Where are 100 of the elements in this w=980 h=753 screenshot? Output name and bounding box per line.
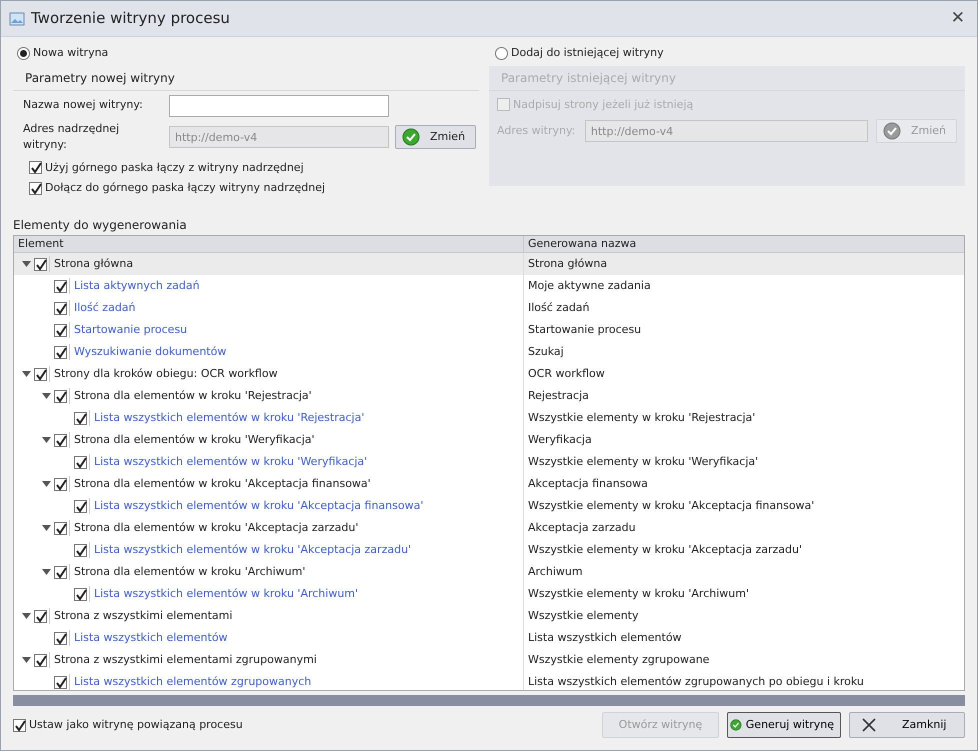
- expand-icon[interactable]: [42, 525, 50, 531]
- tree-cell-text: Weryfikacja: [527, 432, 592, 448]
- checkbox[interactable]: [54, 522, 67, 534]
- column-header[interactable]: Element: [14, 236, 524, 252]
- checkbox[interactable]: [34, 258, 47, 270]
- tree-row[interactable]: Lista aktywnych zadań Moje aktywne zadania: [14, 275, 964, 297]
- checkbox[interactable]: [54, 280, 67, 292]
- expand-icon[interactable]: [22, 371, 30, 377]
- tree-cell-text: Wszystkie elementy w kroku 'Akceptacja zarzadu': [527, 542, 802, 558]
- checkbox[interactable]: [54, 324, 67, 336]
- checkbox[interactable]: [54, 566, 67, 578]
- tree-cell-text: Wszystkie elementy w kroku 'Archiwum': [527, 586, 749, 602]
- tree-cell-text: Strona główna: [527, 256, 608, 272]
- tree-row[interactable]: Startowanie procesu Startowanie procesu: [14, 319, 964, 341]
- tree-cell-text: Akceptacja finansowa: [527, 476, 648, 492]
- tree-item-label: Startowanie procesu: [69, 322, 188, 338]
- group-title: Parametry nowej witryny: [13, 66, 479, 90]
- tree-item-label: Lista wszystkich elementów w kroku 'Rejestracja': [89, 410, 364, 426]
- radio-button[interactable]: [17, 46, 30, 60]
- checkbox-label: Dołącz do górnego paska łączy witryny nadrzędnej: [45, 180, 326, 196]
- expand-icon[interactable]: [42, 481, 50, 487]
- checkbox[interactable]: [34, 610, 47, 622]
- tree-item-label: Lista wszystkich elementów: [69, 630, 228, 646]
- checkbox-label: Nadpisuj strony jeżeli już istnieją: [513, 96, 694, 112]
- checkbox[interactable]: [54, 346, 67, 358]
- close-button[interactable]: Zamknij: [849, 712, 965, 738]
- checkbox[interactable]: [74, 456, 87, 468]
- change-button[interactable]: Zmień: [395, 125, 476, 149]
- tree-cell-text: Szukaj: [527, 344, 564, 360]
- column-header[interactable]: Generowana nazwa: [524, 236, 636, 252]
- field-label: Adres nadrzędnej witryny:: [23, 120, 120, 153]
- expand-icon[interactable]: [42, 393, 50, 399]
- tree-row[interactable]: Strona dla elementów w kroku 'Archiwum' Archiwum: [14, 561, 964, 583]
- tree-row[interactable]: Strona dla elementów w kroku 'Rejestracja' Rejestracja: [14, 385, 964, 407]
- checkbox-label: Użyj górnego paska łączy z witryny nadrzędnej: [45, 160, 304, 176]
- expand-icon[interactable]: [22, 261, 30, 267]
- checkbox[interactable]: [54, 676, 67, 688]
- tree-cell-text: Wszystkie elementy w kroku 'Weryfikacja': [527, 454, 758, 470]
- tree-cell-text: Archiwum: [527, 564, 583, 580]
- tree-row[interactable]: Lista wszystkich elementów w kroku 'Archiwum' Wszystkie elementy w kroku 'Archiwum': [14, 583, 964, 605]
- tree-row[interactable]: Strona z wszystkimi elementami zgrupowanymi Wszystkie elementy zgrupowane: [14, 649, 964, 671]
- tree-row[interactable]: Lista wszystkich elementów w kroku 'Akceptacja zarzadu' Wszystkie elementy w kroku 'Akceptacja zarzadu': [14, 539, 964, 561]
- input-field[interactable]: [169, 94, 389, 116]
- tree-row[interactable]: Strona dla elementów w kroku 'Akceptacja zarzadu' Akceptacja zarzadu: [14, 517, 964, 539]
- field-label: Nazwa nowej witryny:: [23, 97, 144, 114]
- tree-cell-text: Moje aktywne zadania: [527, 278, 651, 294]
- checkbox[interactable]: [54, 302, 67, 314]
- tree-row[interactable]: Ilość zadań Ilość zadań: [14, 297, 964, 319]
- checkbox[interactable]: [74, 544, 87, 556]
- checkbox-label: Ustaw jako witrynę powiązaną procesu: [29, 716, 243, 733]
- tree-item-label: Lista wszystkich elementów w kroku 'Weryfikacja': [89, 454, 368, 470]
- tree-row[interactable]: Strona dla elementów w kroku 'Weryfikacja' Weryfikacja: [14, 429, 964, 451]
- tree-cell-text: Wszystkie elementy zgrupowane: [527, 652, 710, 668]
- checkbox[interactable]: [54, 632, 67, 644]
- tree-row[interactable]: Wyszukiwanie dokumentów Szukaj: [14, 341, 964, 363]
- checkbox[interactable]: [74, 500, 87, 512]
- checkbox[interactable]: [13, 718, 26, 732]
- window-title: Tworzenie witryny procesu: [31, 8, 230, 30]
- close-button[interactable]: ✕: [946, 10, 969, 27]
- checkbox[interactable]: [74, 588, 87, 600]
- expand-icon[interactable]: [22, 657, 30, 663]
- tree-row[interactable]: Strona dla elementów w kroku 'Akceptacja finansowa' Akceptacja finansowa: [14, 473, 964, 495]
- tree-cell-text: Akceptacja zarzadu: [527, 520, 636, 536]
- tree-item-label: Strona dla elementów w kroku 'Archiwum': [69, 564, 306, 580]
- tree-cell-text: OCR workflow: [527, 366, 605, 382]
- tree-row[interactable]: Lista wszystkich elementów w kroku 'Akceptacja finansowa' Wszystkie elementy w kroku 'Akceptacja finansowa': [14, 495, 964, 517]
- tree-row[interactable]: Lista wszystkich elementów zgrupowanych Lista wszystkich elementów zgrupowanych po obiegu i kroku: [14, 671, 964, 690]
- app-icon: [9, 10, 25, 26]
- radio-label: Dodaj do istniejącej witryny: [511, 45, 664, 61]
- tree-item-label: Ilość zadań: [69, 300, 136, 316]
- tree-cell-text: Lista wszystkich elementów: [527, 630, 682, 646]
- tree-row[interactable]: Lista wszystkich elementów w kroku 'Weryfikacja' Wszystkie elementy w kroku 'Weryfikacja': [14, 451, 964, 473]
- tree-item-label: Wyszukiwanie dokumentów: [69, 344, 226, 360]
- expand-icon[interactable]: [42, 437, 50, 443]
- check-icon: [882, 122, 901, 140]
- radio-button[interactable]: [495, 46, 508, 60]
- expand-icon[interactable]: [22, 613, 30, 619]
- checkbox[interactable]: [54, 390, 67, 402]
- tree-cell-text: Lista wszystkich elementów zgrupowanych po obiegu i kroku: [527, 674, 864, 690]
- tree-item-label: Strony dla kroków obiegu: OCR workflow: [49, 366, 278, 382]
- tree-cell-text: Wszystkie elementy w kroku 'Rejestracja': [527, 410, 756, 426]
- field-label: Adres witryny:: [497, 122, 576, 139]
- tree-cell-text: Wszystkie elementy: [527, 608, 638, 624]
- tree-item-label: Strona główna: [49, 256, 134, 272]
- checkbox[interactable]: [74, 412, 87, 424]
- generate-button[interactable]: Generuj witrynę: [727, 712, 841, 738]
- checkbox[interactable]: [29, 161, 42, 174]
- checkbox[interactable]: [29, 182, 42, 195]
- tree-row[interactable]: Strona z wszystkimi elementami Wszystkie elementy: [14, 605, 964, 627]
- tree-row[interactable]: Lista wszystkich elementów w kroku 'Rejestracja' Wszystkie elementy w kroku 'Rejestracja': [14, 407, 964, 429]
- tree-row[interactable]: Strony dla kroków obiegu: OCR workflow OCR workflow: [14, 363, 964, 385]
- checkbox[interactable]: [54, 478, 67, 490]
- tree-row[interactable]: Strona główna Strona główna: [14, 253, 964, 275]
- tree-item-label: Strona dla elementów w kroku 'Rejestracja': [69, 388, 312, 404]
- checkbox[interactable]: [54, 434, 67, 446]
- tree-row[interactable]: Lista wszystkich elementów Lista wszystkich elementów: [14, 627, 964, 649]
- checkbox[interactable]: [34, 654, 47, 666]
- checkbox[interactable]: [34, 368, 47, 380]
- scrollbar[interactable]: [13, 695, 965, 706]
- expand-icon[interactable]: [42, 569, 50, 575]
